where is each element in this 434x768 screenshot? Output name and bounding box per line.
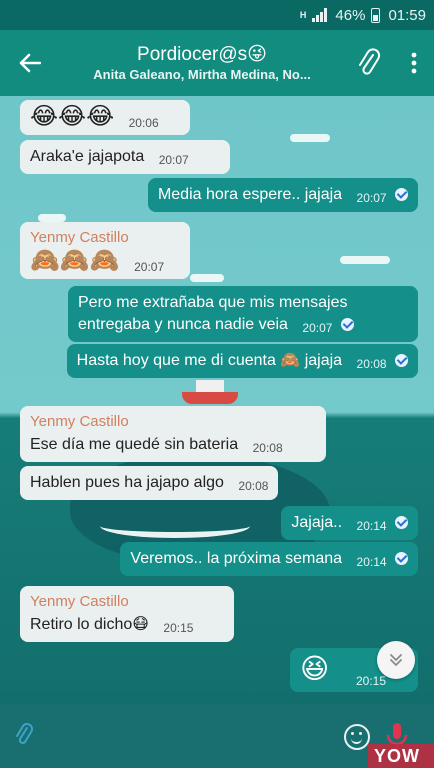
message-time: 20:07 [302, 321, 333, 335]
signal-icon [312, 8, 328, 22]
message-time: 20:08 [238, 479, 269, 493]
message-incoming[interactable]: 😂😂😂 20:06 [20, 100, 190, 135]
sender-name: Yenmy Castillo [30, 593, 129, 610]
read-check-icon [395, 516, 408, 529]
cloud-decoration [340, 256, 390, 264]
whale-decoration [100, 514, 250, 538]
read-check-icon [395, 354, 408, 367]
smiley-icon[interactable] [344, 724, 370, 750]
message-time: 20:15 [356, 674, 387, 688]
message-outgoing[interactable]: Veremos.. la próxima semana 20:14 [120, 542, 418, 576]
read-check-icon [395, 188, 408, 201]
message-outgoing[interactable]: Pero me extrañaba que mis mensajes entre… [68, 286, 418, 342]
cloud-decoration [290, 134, 330, 142]
cloud-decoration [38, 214, 66, 222]
paperclip-icon[interactable] [14, 722, 38, 755]
message-time: 20:07 [158, 153, 189, 167]
status-bar: H 46% 01:59 [0, 0, 434, 30]
message-incoming[interactable]: Yenmy Castillo 🙈🙈🙈 20:07 [20, 222, 190, 279]
double-chevron-down-icon[interactable] [377, 641, 415, 679]
message-time: 20:08 [356, 357, 387, 371]
message-time: 20:14 [356, 555, 387, 569]
battery-percent: 46% [335, 6, 366, 24]
sender-name: Yenmy Castillo [30, 229, 129, 246]
message-time: 20:07 [134, 260, 165, 274]
cloud-decoration [190, 274, 224, 282]
read-check-icon [395, 552, 408, 565]
message-time: 20:14 [356, 519, 387, 533]
message-incoming[interactable]: Yenmy Castillo Ese día me quedé sin bate… [20, 406, 326, 462]
sender-name: Yenmy Castillo [30, 413, 129, 430]
read-check-icon [340, 318, 354, 331]
message-time: 20:07 [356, 191, 387, 205]
group-info[interactable]: Pordiocer@s😜 Anita Galeano, Mirtha Medin… [60, 42, 344, 84]
battery-icon [371, 7, 381, 23]
group-members: Anita Galeano, Mirtha Medina, No... [93, 67, 311, 82]
watermark-logo: YOW [368, 744, 434, 768]
clock: 01:59 [388, 6, 426, 24]
chat-header: Pordiocer@s😜 Anita Galeano, Mirtha Medin… [0, 30, 434, 96]
message-outgoing[interactable]: Jajaja.. 20:14 [281, 506, 418, 540]
message-incoming[interactable]: Yenmy Castillo Retiro lo dicho😷 20:15 [20, 586, 234, 642]
network-type: H [299, 10, 307, 20]
message-time: 20:06 [128, 116, 159, 130]
boat-decoration [182, 392, 238, 404]
message-time: 20:08 [252, 441, 283, 455]
back-arrow-icon[interactable] [0, 30, 60, 96]
message-incoming[interactable]: Hablen pues ha jajapo algo 20:08 [20, 466, 279, 500]
paperclip-icon[interactable] [344, 30, 394, 96]
message-outgoing[interactable]: Hasta hoy que me di cuenta 🙈 jajaja 20:0… [66, 344, 418, 378]
message-time: 20:15 [163, 621, 194, 635]
group-title: Pordiocer@s😜 [137, 44, 267, 65]
message-incoming[interactable]: Araka'e jajapota 20:07 [20, 140, 230, 174]
more-vert-icon[interactable] [394, 30, 434, 96]
message-outgoing[interactable]: Media hora espere.. jajaja 20:07 [147, 178, 418, 212]
chat-area[interactable]: 😂😂😂 20:06 Araka'e jajapota 20:07 Media h… [0, 96, 434, 704]
